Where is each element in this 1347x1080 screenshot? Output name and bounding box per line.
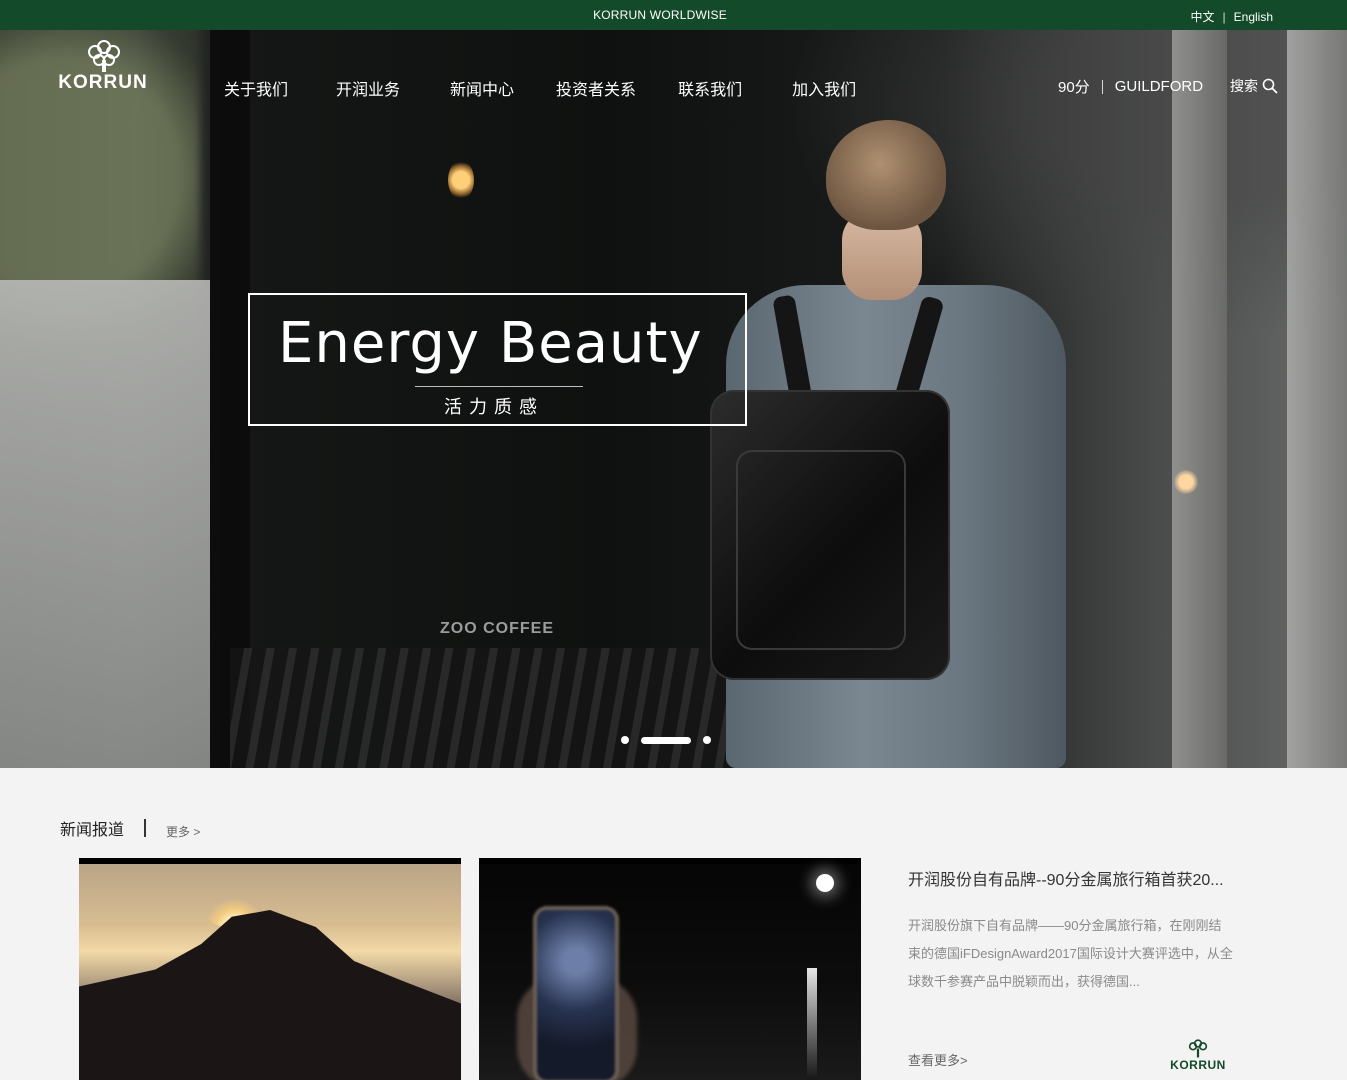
news-image-mountain[interactable] (79, 858, 461, 1080)
search-button[interactable]: 搜索 (1230, 76, 1278, 96)
person-hair (826, 120, 946, 230)
hero-bg-pillar (1172, 30, 1227, 768)
hero-bg-pillar-right (1287, 30, 1347, 768)
nav-investors[interactable]: 投资者关系 (556, 76, 636, 100)
brand-wordmark: KORRUN (58, 72, 148, 93)
hero-caption-box: Energy Beauty 活力质感 (248, 293, 747, 426)
hero-bg-floor (230, 648, 750, 768)
hero-person-image (710, 120, 1076, 768)
night-moon (816, 874, 834, 892)
hero-bg-light-right (1174, 470, 1198, 494)
top-bar: KORRUN WORLDWISE 中文 | English (0, 0, 1347, 30)
tree-logo-small-icon (1188, 1039, 1208, 1058)
moon-reflection (807, 968, 817, 1078)
search-label: 搜索 (1230, 78, 1258, 94)
site-logo[interactable]: KORRUN (42, 38, 164, 96)
nav-news[interactable]: 新闻中心 (450, 76, 514, 100)
nav-business[interactable]: 开润业务 (336, 76, 400, 100)
hero-caption-divider (415, 386, 583, 387)
lang-en-link[interactable]: English (1234, 10, 1273, 24)
news-header-divider (144, 819, 147, 837)
carousel-dot-1[interactable] (621, 736, 629, 744)
news-section-title: 新闻报道 (60, 822, 125, 839)
nav-contact[interactable]: 联系我们 (678, 76, 742, 100)
carousel-dot-2-active[interactable] (641, 736, 691, 744)
language-switcher: 中文 | English (1191, 8, 1274, 25)
carousel-dot-3[interactable] (703, 736, 711, 744)
hero-subheadline: 活力质感 (444, 397, 544, 417)
nav-about[interactable]: 关于我们 (224, 76, 288, 100)
nav-join[interactable]: 加入我们 (792, 76, 856, 100)
brand-links: 90分 GUILDFORD (1058, 76, 1203, 97)
backpack (710, 390, 950, 680)
tree-logo-icon (88, 40, 120, 72)
top-bar-title: KORRUN WORLDWISE (593, 8, 727, 22)
hero-headline: Energy Beauty (278, 311, 703, 376)
article-summary: 开润股份旗下自有品牌——90分金属旅行箱，在刚刚结束的德国iFDesignAwa… (908, 918, 1233, 989)
article-brand-logo: KORRUN (1162, 1038, 1234, 1072)
article-read-more[interactable]: 查看更多> (908, 1050, 968, 1069)
mini-brand-wordmark: KORRUN (1170, 1058, 1226, 1072)
search-icon (1262, 78, 1278, 94)
mountain-silhouette (79, 910, 461, 1080)
hero-bg-building (0, 280, 210, 768)
news-section-header: 新闻报道 更多 > (60, 816, 200, 840)
carousel-indicators (621, 736, 711, 744)
main-nav: 关于我们 开润业务 新闻中心 投资者关系 联系我们 加入我们 (224, 76, 906, 100)
lang-zh-link[interactable]: 中文 (1191, 8, 1215, 25)
lang-separator: | (1222, 9, 1226, 24)
brand-link-90fen[interactable]: 90分 (1058, 76, 1090, 97)
brand-separator (1101, 79, 1103, 94)
hero-bg-light (448, 160, 474, 200)
news-more-link[interactable]: 更多 > (166, 823, 200, 840)
brand-link-guildford[interactable]: GUILDFORD (1115, 78, 1203, 95)
article-title[interactable]: 开润股份自有品牌--90分金属旅行箱首获20... (908, 866, 1230, 890)
news-image-phone[interactable] (479, 858, 861, 1080)
storefront-sign: ZOO COFFEE (440, 620, 554, 637)
phone-glow (537, 910, 615, 1080)
featured-article: 开润股份自有品牌--90分金属旅行箱首获20... 开润股份旗下自有品牌——90… (908, 866, 1238, 1068)
